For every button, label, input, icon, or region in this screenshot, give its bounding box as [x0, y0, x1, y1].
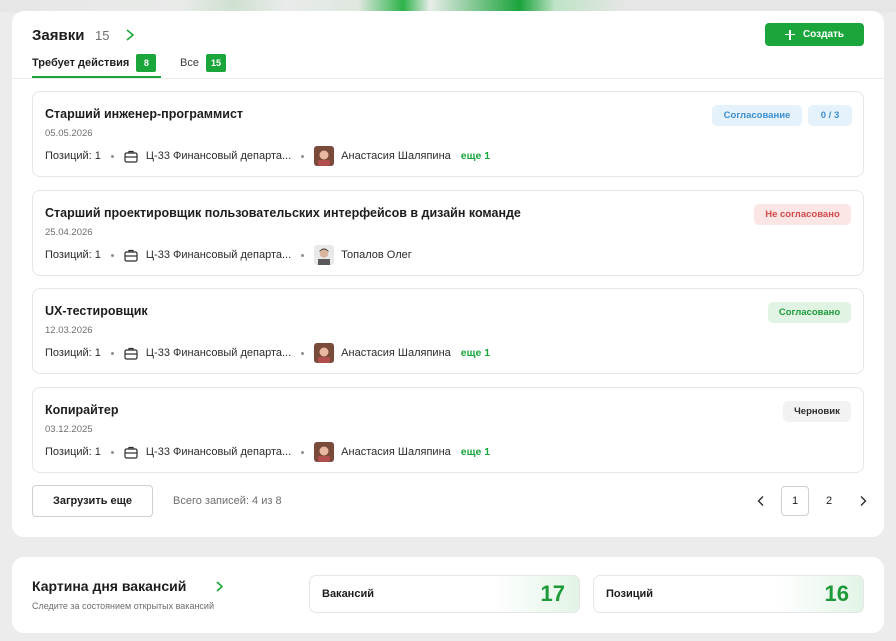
more-people-link[interactable]: еще 1: [461, 347, 490, 359]
person-name: Анастасия Шаляпина: [341, 446, 451, 458]
request-date: 12.03.2026: [45, 325, 93, 336]
request-title: Старший инженер-программист: [45, 107, 244, 121]
separator-dot: [301, 253, 305, 257]
chevron-right-icon[interactable]: [214, 580, 225, 593]
person-name: Топалов Олег: [341, 249, 412, 261]
stat-label: Позиций: [606, 588, 653, 600]
briefcase-icon: [124, 249, 138, 262]
create-button-label: Создать: [802, 29, 845, 40]
tab-count-badge: 8: [136, 54, 157, 72]
requests-count: 15: [95, 28, 110, 43]
separator-dot: [301, 351, 305, 355]
separator-dot: [301, 154, 305, 158]
tab-count-badge: 15: [205, 54, 226, 72]
department-name: Ц-33 Финансовый департа...: [145, 249, 292, 261]
tab-label: Требует действия: [32, 57, 130, 69]
active-tab-indicator: [32, 76, 161, 78]
department-name: Ц-33 Финансовый департа...: [145, 150, 292, 162]
request-meta: Позиций: 1 Ц-33 Финансовый департа... Ан…: [45, 442, 490, 462]
separator-dot: [110, 154, 114, 158]
chevron-left-icon: [757, 496, 764, 506]
pagination: 1 2: [747, 486, 877, 516]
chevron-right-icon: [860, 496, 867, 506]
vacancies-subtitle: Следите за состоянием открытых вакансий: [32, 601, 214, 611]
person-name: Анастасия Шаляпина: [341, 150, 451, 162]
request-card[interactable]: Старший инженер-программист 05.05.2026 П…: [32, 91, 864, 177]
request-date: 03.12.2025: [45, 424, 93, 435]
separator-dot: [110, 253, 114, 257]
request-date: 05.05.2026: [45, 128, 93, 139]
department-name: Ц-33 Финансовый департа...: [145, 446, 292, 458]
total-records: Всего записей: 4 из 8: [173, 495, 282, 507]
vacancies-stat-card[interactable]: Вакансий 17: [309, 575, 580, 613]
pager-prev-button[interactable]: [747, 486, 775, 516]
positions-count: Позиций: 1: [45, 249, 101, 261]
request-title: UX-тестировщик: [45, 304, 148, 318]
request-meta: Позиций: 1 Ц-33 Финансовый департа... Ан…: [45, 146, 490, 166]
requests-header: Заявки 15 Создать Требует действия 8 Все…: [12, 11, 884, 79]
vacancies-title: Картина дня вакансий: [32, 578, 187, 594]
status-badge: Согласовано: [768, 302, 851, 323]
chevron-right-icon[interactable]: [124, 28, 136, 42]
separator-dot: [110, 450, 114, 454]
request-card[interactable]: Копирайтер 03.12.2025 Позиций: 1 Ц-33 Фи…: [32, 387, 864, 473]
status-badge: Согласование: [712, 105, 802, 126]
avatar: [314, 245, 335, 265]
status-badge: Черновик: [783, 401, 851, 422]
positions-stat-card[interactable]: Позиций 16: [593, 575, 864, 613]
avatar: [314, 343, 335, 363]
tab-all[interactable]: Все 15: [180, 54, 226, 72]
request-title: Старший проектировщик пользовательских и…: [45, 206, 521, 220]
page-1-button[interactable]: 1: [781, 486, 809, 516]
pager-next-button[interactable]: [849, 486, 877, 516]
request-date: 25.04.2026: [45, 227, 93, 238]
approvals-badge: 0 / 3: [808, 105, 852, 126]
status-badge: Не согласовано: [754, 204, 851, 225]
briefcase-icon: [124, 150, 138, 163]
requests-title: Заявки: [32, 27, 85, 44]
page-2-button[interactable]: 2: [815, 486, 843, 516]
stat-value: 16: [824, 581, 849, 606]
more-people-link[interactable]: еще 1: [461, 150, 490, 162]
request-card[interactable]: UX-тестировщик 12.03.2026 Позиций: 1 Ц-3…: [32, 288, 864, 374]
positions-count: Позиций: 1: [45, 347, 101, 359]
person-name: Анастасия Шаляпина: [341, 347, 451, 359]
tab-requires-action[interactable]: Требует действия 8: [32, 54, 157, 72]
vacancies-panel: Картина дня вакансий Следите за состояни…: [12, 557, 884, 633]
separator-dot: [301, 450, 305, 454]
avatar: [314, 146, 335, 166]
positions-count: Позиций: 1: [45, 446, 101, 458]
separator-dot: [110, 351, 114, 355]
more-people-link[interactable]: еще 1: [461, 446, 490, 458]
tab-label: Все: [180, 57, 199, 69]
briefcase-icon: [124, 446, 138, 459]
briefcase-icon: [124, 347, 138, 360]
request-title: Копирайтер: [45, 403, 119, 417]
stat-value: 17: [540, 581, 565, 606]
create-button[interactable]: Создать: [765, 23, 864, 46]
plus-icon: [784, 29, 795, 40]
request-meta: Позиций: 1 Ц-33 Финансовый департа... То…: [45, 245, 412, 265]
request-card[interactable]: Старший проектировщик пользовательских и…: [32, 190, 864, 276]
stat-label: Вакансий: [322, 588, 374, 600]
requests-panel: Заявки 15 Создать Требует действия 8 Все…: [12, 11, 884, 537]
positions-count: Позиций: 1: [45, 150, 101, 162]
department-name: Ц-33 Финансовый департа...: [145, 347, 292, 359]
load-more-button[interactable]: Загрузить еще: [32, 485, 153, 517]
request-meta: Позиций: 1 Ц-33 Финансовый департа... Ан…: [45, 343, 490, 363]
avatar: [314, 442, 335, 462]
